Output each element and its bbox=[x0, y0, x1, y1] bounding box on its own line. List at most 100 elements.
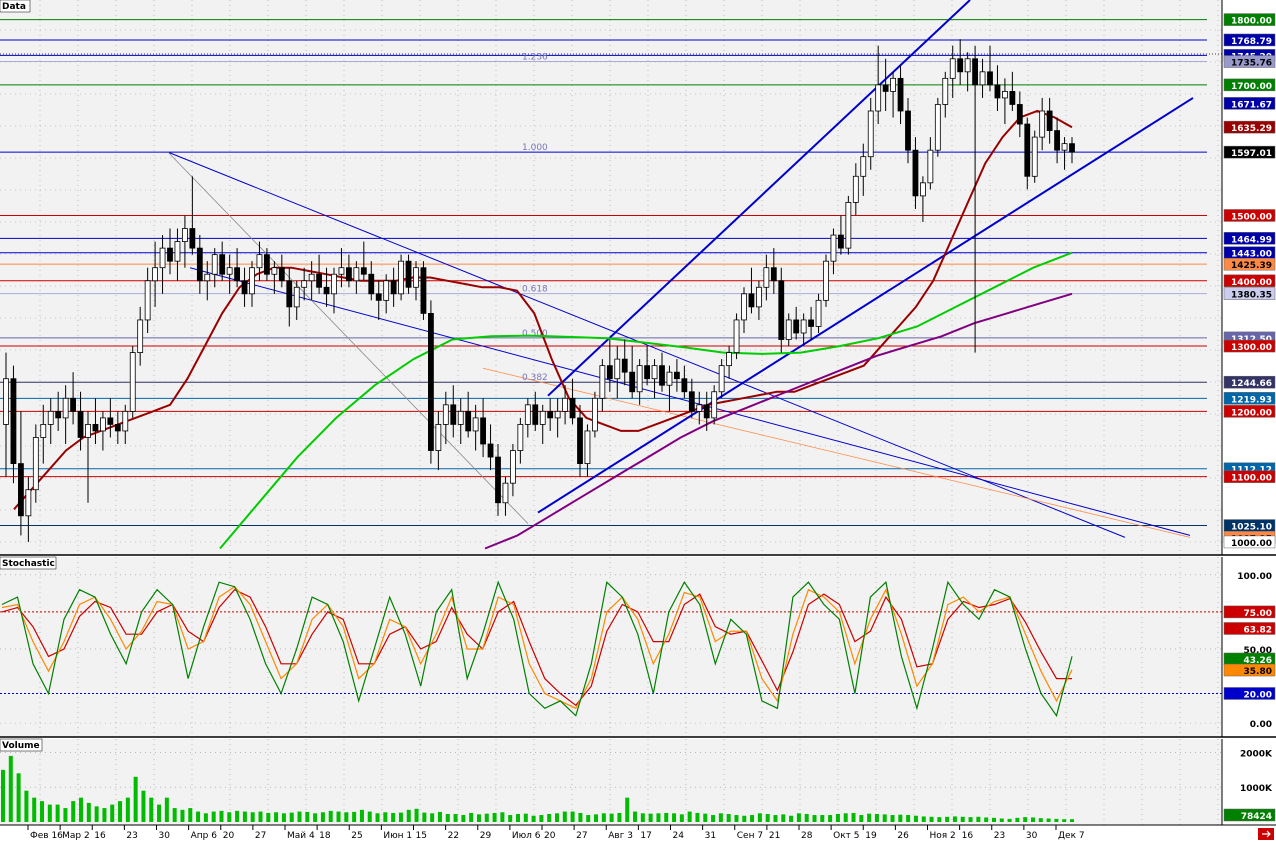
candle-body bbox=[413, 267, 419, 288]
candle-body bbox=[532, 404, 539, 425]
volume-bar bbox=[164, 797, 169, 822]
volume-bar bbox=[711, 815, 716, 822]
volume-bar bbox=[945, 816, 950, 822]
price-panel[interactable]: 1.2361.0000.6180.5000.382 Data 1800.0017… bbox=[0, 0, 1276, 555]
stochastic-panel-label: Stochastic bbox=[2, 559, 55, 569]
candle-body bbox=[360, 267, 367, 275]
x-tick-label: 27 bbox=[576, 831, 587, 841]
candle-body bbox=[867, 110, 874, 158]
volume-bar bbox=[539, 815, 544, 822]
candle-body bbox=[554, 410, 561, 419]
price-tag-text: 1464.99 bbox=[1231, 235, 1272, 245]
price-tag-text: 1800.00 bbox=[1231, 17, 1272, 27]
volume-bar bbox=[320, 812, 325, 822]
candle-body bbox=[651, 365, 658, 380]
volume-bar bbox=[484, 813, 489, 822]
x-tick-label: 23 bbox=[126, 831, 137, 841]
stochastic-panel[interactable]: Stochastic 100.0050.000.00 75.0063.8243.… bbox=[0, 556, 1276, 737]
candle-body bbox=[85, 424, 91, 438]
candle-body bbox=[293, 286, 300, 308]
price-tag-text: 1300.00 bbox=[1231, 343, 1272, 353]
stoch-tag-text: 75.00 bbox=[1244, 609, 1272, 619]
volume-bar bbox=[1062, 819, 1067, 822]
candle-body bbox=[346, 267, 352, 282]
candle-body bbox=[249, 267, 255, 295]
x-tick-label: 24 bbox=[673, 831, 685, 841]
volume-panel[interactable]: Volume 2000K 1000K 78424 bbox=[0, 738, 1276, 825]
candle-body bbox=[934, 104, 941, 151]
volume-bar bbox=[523, 813, 528, 822]
candle-body bbox=[420, 267, 427, 314]
candle-body bbox=[920, 182, 926, 197]
volume-bar bbox=[640, 813, 645, 822]
x-tick-label: 25 bbox=[351, 831, 362, 841]
price-tag-text: 1500.00 bbox=[1231, 212, 1272, 222]
volume-panel-label: Volume bbox=[2, 741, 40, 751]
volume-bar bbox=[406, 809, 411, 822]
volume-tick-label: 1000K bbox=[1240, 784, 1273, 794]
candle-body bbox=[234, 267, 240, 282]
volume-bar bbox=[8, 755, 13, 822]
candle-body bbox=[204, 273, 211, 282]
candle-body bbox=[47, 410, 54, 425]
volume-bar bbox=[383, 812, 388, 822]
scroll-right-icon[interactable] bbox=[1258, 828, 1274, 840]
volume-bar bbox=[1038, 818, 1043, 822]
volume-bar bbox=[625, 797, 630, 822]
x-tick-label: 22 bbox=[448, 831, 459, 841]
volume-bar bbox=[250, 812, 255, 822]
candle-body bbox=[25, 489, 32, 517]
price-tag-text: 1100.00 bbox=[1231, 474, 1272, 484]
candle-body bbox=[964, 58, 971, 73]
volume-bar bbox=[929, 816, 934, 822]
candle-body bbox=[435, 424, 442, 451]
volume-bar bbox=[55, 804, 60, 822]
volume-bar bbox=[258, 811, 263, 822]
volume-bar bbox=[913, 815, 918, 822]
candle-body bbox=[592, 397, 598, 432]
candle-body bbox=[353, 267, 360, 282]
volume-bar bbox=[437, 811, 442, 822]
stoch-tick-label: 100.00 bbox=[1237, 572, 1272, 582]
candle-body bbox=[569, 397, 576, 419]
volume-bar bbox=[1023, 817, 1028, 822]
candle-body bbox=[182, 228, 188, 242]
volume-bar bbox=[586, 815, 591, 822]
candle-body bbox=[972, 58, 978, 86]
price-tag-text: 1597.01 bbox=[1231, 149, 1272, 159]
x-tick-label: 21 bbox=[769, 831, 780, 841]
volume-bar bbox=[110, 804, 115, 822]
volume-bar bbox=[453, 814, 458, 822]
volume-bar bbox=[492, 812, 497, 822]
x-tick-label: 31 bbox=[705, 831, 716, 841]
candle-body bbox=[308, 273, 315, 282]
fib-label: 0.618 bbox=[522, 285, 548, 295]
x-tick-label: Дек 7 bbox=[1058, 831, 1085, 841]
candle-body bbox=[517, 424, 524, 451]
volume-bar bbox=[656, 813, 661, 822]
candle-body bbox=[942, 77, 949, 105]
volume-bar bbox=[515, 814, 520, 822]
volume-bar bbox=[695, 812, 700, 822]
candle-body bbox=[793, 319, 800, 334]
volume-bar bbox=[40, 801, 45, 822]
x-tick-label: Июн 1 bbox=[383, 831, 412, 841]
candle-body bbox=[502, 482, 509, 504]
candle-body bbox=[241, 280, 248, 295]
volume-bar bbox=[391, 812, 396, 822]
volume-bar bbox=[430, 813, 435, 822]
candle-body bbox=[159, 247, 166, 269]
volume-bar bbox=[664, 812, 669, 822]
candle-body bbox=[629, 371, 636, 393]
volume-bar bbox=[352, 811, 357, 822]
candle-body bbox=[383, 280, 390, 301]
candle-body bbox=[152, 267, 158, 282]
candle-body bbox=[897, 77, 904, 112]
candle-body bbox=[271, 267, 278, 275]
volume-bar bbox=[812, 815, 817, 822]
volume-bar bbox=[86, 802, 91, 822]
volume-bar bbox=[1007, 818, 1012, 822]
volume-bar bbox=[461, 815, 466, 822]
candle-body bbox=[756, 286, 762, 308]
volume-bar bbox=[71, 801, 76, 822]
